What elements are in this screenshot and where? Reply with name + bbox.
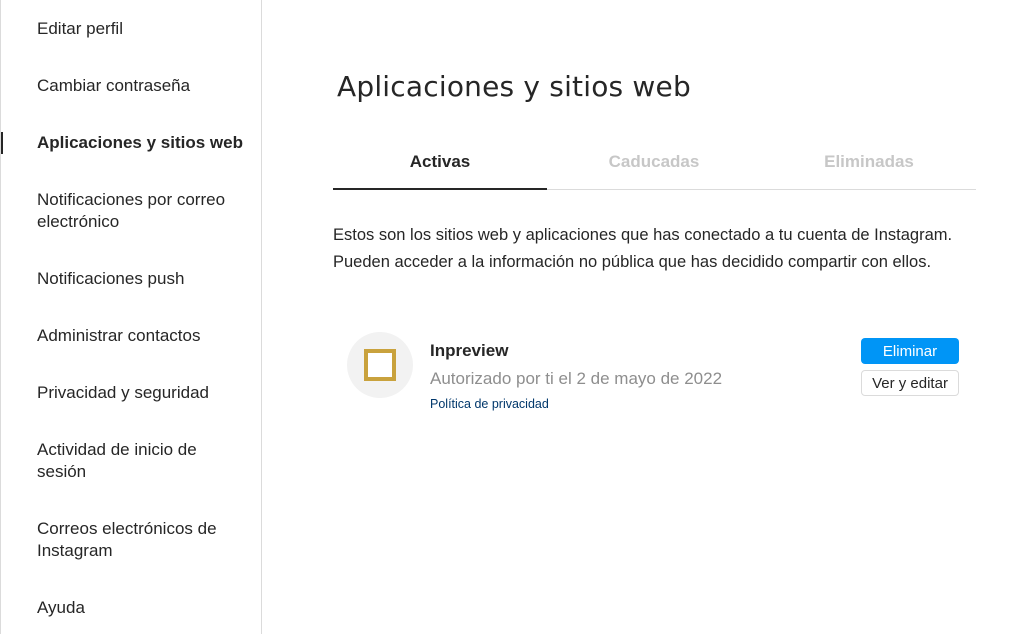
privacy-policy-link[interactable]: Política de privacidad <box>430 397 549 411</box>
page-title: Aplicaciones y sitios web <box>337 70 691 103</box>
apps-description: Estos son los sitios web y aplicaciones … <box>333 226 953 271</box>
sidebar-item-privacy-security[interactable]: Privacidad y seguridad <box>1 382 262 404</box>
sidebar-item-instagram-emails[interactable]: Correos electrónicos de Instagram <box>1 518 262 562</box>
tab-expired[interactable]: Caducadas <box>547 140 761 190</box>
app-list-item: Inpreview Autorizado por ti el 2 de mayo… <box>347 332 977 412</box>
app-avatar <box>347 332 413 398</box>
sidebar-item-manage-contacts[interactable]: Administrar contactos <box>1 325 262 347</box>
sidebar-item-login-activity[interactable]: Actividad de inicio de sesión <box>1 439 262 483</box>
sidebar-item-push-notifications[interactable]: Notificaciones push <box>1 268 262 290</box>
view-edit-button[interactable]: Ver y editar <box>861 370 959 396</box>
remove-button[interactable]: Eliminar <box>861 338 959 364</box>
app-authorized-date: Autorizado por ti el 2 de mayo de 2022 <box>430 369 723 388</box>
main-content: Aplicaciones y sitios web Activas Caduca… <box>262 0 1024 634</box>
tab-active[interactable]: Activas <box>333 140 547 190</box>
tab-removed[interactable]: Eliminadas <box>762 140 976 190</box>
settings-sidebar: Editar perfil Cambiar contraseña Aplicac… <box>0 0 262 634</box>
square-logo-icon <box>364 349 396 381</box>
sidebar-item-apps-websites[interactable]: Aplicaciones y sitios web <box>1 132 262 154</box>
tab-bar: Activas Caducadas Eliminadas <box>333 140 976 190</box>
sidebar-item-email-notifications[interactable]: Notificaciones por correo electrónico <box>1 189 262 233</box>
app-name: Inpreview <box>430 341 509 360</box>
sidebar-item-help[interactable]: Ayuda <box>1 597 262 619</box>
sidebar-item-change-password[interactable]: Cambiar contraseña <box>1 75 262 97</box>
sidebar-item-edit-profile[interactable]: Editar perfil <box>1 18 262 40</box>
